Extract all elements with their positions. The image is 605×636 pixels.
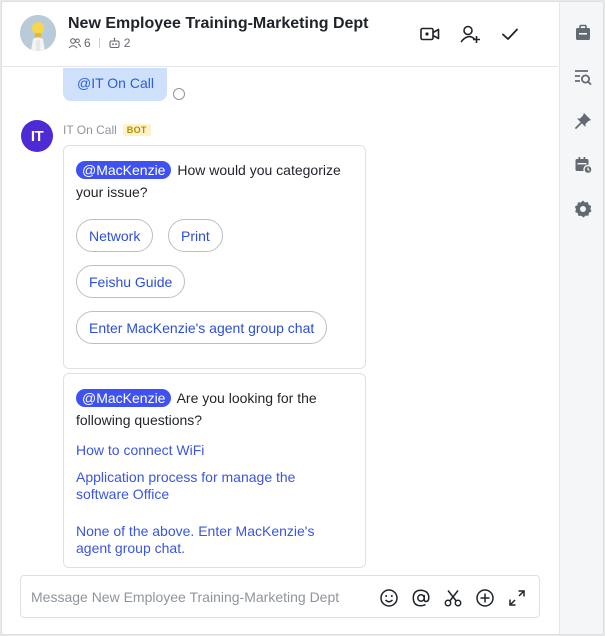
chat-meta: 6 2 <box>68 36 130 50</box>
emoji-icon <box>380 589 398 607</box>
bot-avatar[interactable]: IT <box>21 120 53 152</box>
member-count[interactable]: 6 <box>84 36 91 50</box>
pin-button[interactable] <box>572 110 594 132</box>
expand-editor-button[interactable] <box>506 587 528 609</box>
chat-title: New Employee Training-Marketing Dept <box>68 15 369 32</box>
right-sidebar <box>559 2 603 634</box>
previous-message-bubble[interactable]: @IT On Call <box>63 68 167 101</box>
option-print-button[interactable]: Print <box>168 219 223 252</box>
faq-link-office-software[interactable]: Application process for manage the softw… <box>76 469 346 503</box>
add-member-icon <box>460 25 480 43</box>
video-call-icon <box>420 27 440 41</box>
group-avatar[interactable] <box>20 15 56 51</box>
gear-icon <box>574 200 592 218</box>
sender-line: IT On Call BOT <box>63 123 151 137</box>
done-button[interactable] <box>498 22 522 46</box>
option-feishu-guide-button[interactable]: Feishu Guide <box>76 265 186 298</box>
calendar-icon <box>575 157 593 175</box>
expand-icon <box>509 590 525 606</box>
checkmark-icon <box>502 28 518 40</box>
message-input[interactable] <box>31 586 371 608</box>
video-call-button[interactable] <box>418 22 442 46</box>
plus-circle-icon <box>476 589 494 607</box>
mention-chip[interactable]: @MacKenzie <box>76 389 172 407</box>
announcement-button[interactable] <box>572 22 594 44</box>
faq-card: @MacKenzie Are you looking for the follo… <box>63 373 366 568</box>
meta-divider <box>98 38 100 48</box>
settings-button[interactable] <box>572 198 594 220</box>
faq-link-wifi[interactable]: How to connect WiFi <box>76 442 346 459</box>
search-history-button[interactable] <box>572 66 594 88</box>
chat-window: New Employee Training-Marketing Dept 6 2 <box>1 1 604 635</box>
members-icon <box>68 38 81 49</box>
bot-icon <box>109 37 120 49</box>
message-list: @IT On Call IT IT On Call BOT @MacKenzie… <box>2 68 558 568</box>
emoji-button[interactable] <box>378 587 400 609</box>
category-card: @MacKenzie How would you categorize your… <box>63 145 366 369</box>
mention-button[interactable] <box>410 587 432 609</box>
read-status-icon[interactable] <box>173 88 185 100</box>
pin-icon <box>575 113 591 129</box>
category-question: @MacKenzie How would you categorize your… <box>76 159 353 203</box>
option-agent-group-chat-button[interactable]: Enter MacKenzie's agent group chat <box>76 311 328 344</box>
sender-name[interactable]: IT On Call <box>63 123 117 137</box>
at-sign-icon <box>412 589 430 607</box>
option-network-button[interactable]: Network <box>76 219 154 252</box>
announcement-icon <box>576 24 590 40</box>
mention-chip[interactable]: @MacKenzie <box>76 161 172 179</box>
screenshot-button[interactable] <box>442 587 464 609</box>
scissors-icon <box>444 590 462 607</box>
faq-question: @MacKenzie Are you looking for the follo… <box>76 387 353 431</box>
previous-message-text: @IT On Call <box>77 75 154 91</box>
chat-header: New Employee Training-Marketing Dept 6 2 <box>2 2 558 67</box>
faq-link-none-of-above[interactable]: None of the above. Enter MacKenzie's age… <box>76 523 346 557</box>
add-attachment-button[interactable] <box>474 587 496 609</box>
bot-count[interactable]: 2 <box>124 36 131 50</box>
calendar-button[interactable] <box>572 154 594 176</box>
message-composer <box>20 575 540 618</box>
add-member-button[interactable] <box>458 22 482 46</box>
search-history-icon <box>575 70 592 86</box>
bot-badge: BOT <box>122 124 151 136</box>
